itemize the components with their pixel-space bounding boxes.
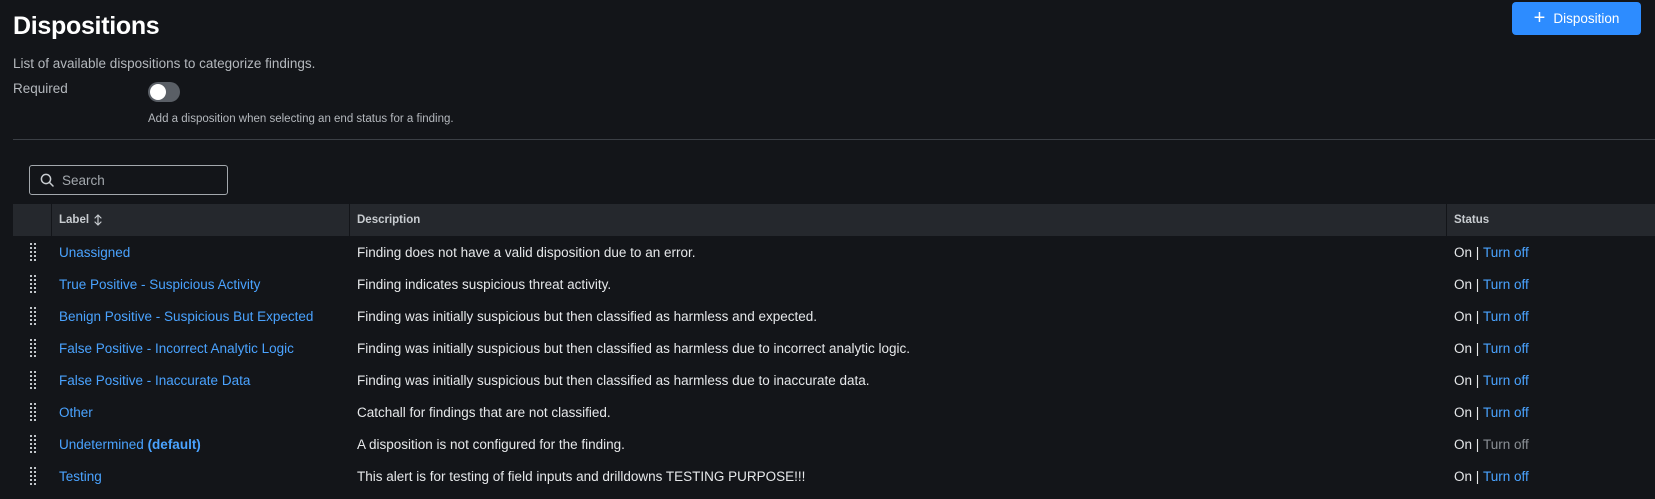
disposition-label-link[interactable]: Testing — [59, 469, 102, 484]
status-separator: | — [1472, 436, 1484, 452]
status-value: On — [1454, 340, 1473, 356]
status-separator: | — [1472, 404, 1484, 420]
table-body: Unassigned Finding does not have a valid … — [13, 236, 1655, 492]
table-row: True Positive - Suspicious Activity Findi… — [13, 268, 1655, 300]
default-badge: (default) — [147, 436, 201, 452]
drag-handle-icon[interactable] — [30, 339, 36, 357]
column-header-status: Status — [1454, 214, 1490, 226]
drag-handle-icon[interactable] — [30, 371, 36, 389]
disposition-label-link[interactable]: False Positive - Inaccurate Data — [59, 373, 250, 388]
turn-off-link[interactable]: Turn off — [1483, 245, 1529, 260]
page-subtitle: List of available dispositions to catego… — [13, 56, 316, 71]
column-header-description: Description — [357, 214, 421, 226]
table-row: Unassigned Finding does not have a valid … — [13, 236, 1655, 268]
disposition-description: A disposition is not configured for the … — [357, 436, 625, 452]
drag-handle-icon[interactable] — [30, 275, 36, 293]
divider — [13, 139, 1655, 140]
status-cell: On | Turn off — [1446, 364, 1655, 396]
search-input[interactable] — [60, 171, 214, 189]
status-separator: | — [1472, 372, 1484, 388]
disposition-label-link[interactable]: Other — [59, 405, 93, 420]
status-cell: On | Turn off — [1446, 236, 1655, 268]
status-separator: | — [1472, 276, 1484, 292]
table-row: False Positive - Incorrect Analytic Logi… — [13, 332, 1655, 364]
disposition-description: Catchall for findings that are not class… — [357, 404, 611, 420]
disposition-label-link[interactable]: Benign Positive - Suspicious But Expecte… — [59, 309, 313, 324]
turn-off-link[interactable]: Turn off — [1483, 373, 1529, 388]
required-toggle[interactable] — [148, 82, 180, 102]
add-disposition-button[interactable]: + Disposition — [1512, 2, 1641, 35]
disposition-description: Finding was initially suspicious but the… — [357, 308, 817, 324]
disposition-label-link[interactable]: True Positive - Suspicious Activity — [59, 277, 260, 292]
status-cell: On | Turn off — [1446, 428, 1655, 460]
status-cell: On | Turn off — [1446, 460, 1655, 492]
table-row: Other Catchall for findings that are not … — [13, 396, 1655, 428]
column-header-label[interactable]: Label — [51, 204, 349, 236]
status-value: On — [1454, 404, 1473, 420]
status-separator: | — [1472, 340, 1484, 356]
status-cell: On | Turn off — [1446, 300, 1655, 332]
turn-off-link[interactable]: Turn off — [1483, 405, 1529, 420]
sort-icon — [94, 214, 102, 226]
required-help-text: Add a disposition when selecting an end … — [148, 113, 454, 125]
toggle-knob — [150, 84, 166, 100]
plus-icon: + — [1533, 6, 1546, 29]
turn-off-link[interactable]: Turn off — [1483, 309, 1529, 324]
status-cell: On | Turn off — [1446, 332, 1655, 364]
status-separator: | — [1472, 244, 1484, 260]
status-value: On — [1454, 276, 1473, 292]
turn-off-link[interactable]: Turn off — [1483, 277, 1529, 292]
search-field[interactable] — [29, 165, 228, 195]
search-icon — [40, 173, 54, 187]
turn-off-link[interactable]: Turn off — [1483, 469, 1529, 484]
status-value: On — [1454, 244, 1473, 260]
status-value: On — [1454, 372, 1473, 388]
disposition-label-link[interactable]: Unassigned — [59, 245, 130, 260]
drag-handle-icon[interactable] — [30, 307, 36, 325]
page-title: Dispositions — [13, 12, 160, 40]
status-value: On — [1454, 468, 1473, 484]
disposition-description: Finding does not have a valid dispositio… — [357, 244, 696, 260]
table-row: Undetermined (default) A disposition is n… — [13, 428, 1655, 460]
disposition-label-link[interactable]: Undetermined (default) — [59, 437, 201, 452]
table-row: Testing This alert is for testing of fiel… — [13, 460, 1655, 492]
disposition-label-link[interactable]: False Positive - Incorrect Analytic Logi… — [59, 341, 294, 356]
status-cell: On | Turn off — [1446, 396, 1655, 428]
turn-off-link: Turn off — [1483, 436, 1529, 452]
drag-handle-icon[interactable] — [30, 403, 36, 421]
table-row: False Positive - Inaccurate Data Finding … — [13, 364, 1655, 396]
turn-off-link[interactable]: Turn off — [1483, 341, 1529, 356]
disposition-description: This alert is for testing of field input… — [357, 468, 806, 484]
disposition-description: Finding indicates suspicious threat acti… — [357, 276, 612, 292]
add-disposition-label: Disposition — [1553, 11, 1620, 26]
disposition-description: Finding was initially suspicious but the… — [357, 340, 911, 356]
status-cell: On | Turn off — [1446, 268, 1655, 300]
table-header: Label Description Status — [13, 204, 1655, 236]
dispositions-table: Label Description Status Unassigned Findi… — [13, 204, 1655, 492]
drag-handle-icon[interactable] — [30, 243, 36, 261]
drag-handle-icon[interactable] — [30, 467, 36, 485]
disposition-description: Finding was initially suspicious but the… — [357, 372, 870, 388]
status-separator: | — [1472, 308, 1484, 324]
drag-handle-icon[interactable] — [30, 435, 36, 453]
status-separator: | — [1472, 468, 1484, 484]
required-label: Required — [13, 81, 68, 96]
status-value: On — [1454, 308, 1473, 324]
table-row: Benign Positive - Suspicious But Expecte… — [13, 300, 1655, 332]
status-value: On — [1454, 436, 1473, 452]
